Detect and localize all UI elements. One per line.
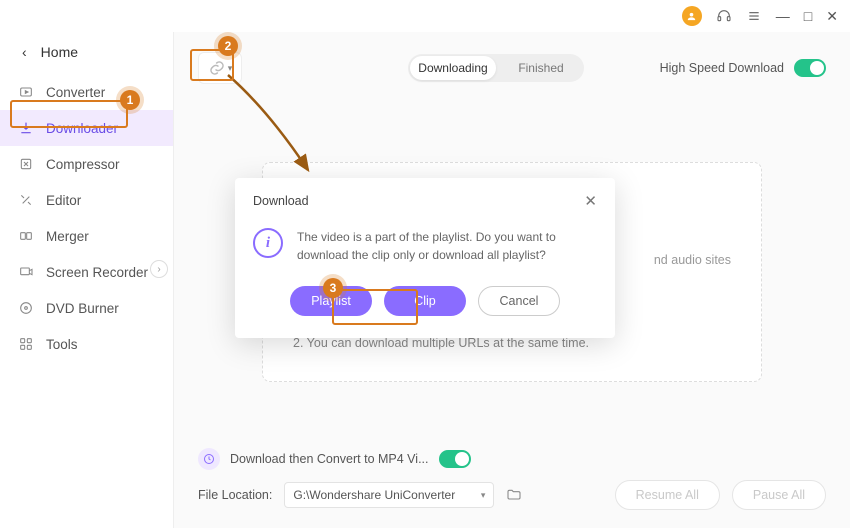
sidebar-item-downloader[interactable]: Downloader [0, 110, 173, 146]
window-titlebar: — □ ✕ [0, 0, 850, 32]
cancel-button[interactable]: Cancel [478, 286, 560, 316]
sidebar: ‹ Home Converter Downloader Compressor E… [0, 32, 174, 528]
sidebar-item-label: Compressor [46, 157, 120, 172]
sidebar-item-label: DVD Burner [46, 301, 119, 316]
sidebar-item-dvd-burner[interactable]: DVD Burner [0, 290, 173, 326]
file-location-value: G:\Wondershare UniConverter [293, 488, 455, 502]
file-location-select[interactable]: G:\Wondershare UniConverter ▾ [284, 482, 494, 508]
merger-icon [18, 228, 34, 244]
sidebar-expand-icon[interactable]: › [150, 260, 168, 278]
high-speed-toggle[interactable] [794, 59, 826, 77]
high-speed-label: High Speed Download [660, 61, 784, 75]
tools-icon [18, 336, 34, 352]
back-icon[interactable]: ‹ [22, 44, 27, 60]
sidebar-item-label: Merger [46, 229, 89, 244]
tab-downloading[interactable]: Downloading [410, 56, 496, 80]
download-dialog: Download ✕ i The video is a part of the … [235, 178, 615, 338]
sidebar-item-label: Downloader [46, 121, 118, 136]
annotation-callout-1: 1 [120, 90, 140, 110]
window-close[interactable]: ✕ [826, 8, 838, 25]
menu-icon[interactable] [746, 8, 762, 24]
annotation-callout-3: 3 [323, 278, 343, 298]
sidebar-item-tools[interactable]: Tools [0, 326, 173, 362]
pause-all-button[interactable]: Pause All [732, 480, 826, 510]
convert-toggle[interactable] [439, 450, 471, 468]
sidebar-item-editor[interactable]: Editor [0, 182, 173, 218]
sidebar-item-merger[interactable]: Merger [0, 218, 173, 254]
dvd-burner-icon [18, 300, 34, 316]
sidebar-item-screen-recorder[interactable]: Screen Recorder [0, 254, 173, 290]
sidebar-item-label: Editor [46, 193, 81, 208]
user-avatar-icon[interactable] [682, 6, 702, 26]
topbar: ▾ Downloading Finished High Speed Downlo… [174, 32, 850, 92]
window-minimize[interactable]: — [776, 8, 790, 24]
chevron-down-icon: ▾ [228, 63, 233, 74]
sidebar-item-label: Converter [46, 85, 105, 100]
info-icon: i [253, 228, 283, 258]
clock-icon [198, 448, 220, 470]
tab-finished[interactable]: Finished [498, 54, 584, 82]
close-icon[interactable]: ✕ [584, 192, 597, 210]
downloader-icon [18, 120, 34, 136]
screen-recorder-icon [18, 264, 34, 280]
file-location-label: File Location: [198, 488, 272, 502]
annotation-callout-2: 2 [218, 36, 238, 56]
headset-icon[interactable] [716, 8, 732, 24]
chevron-down-icon: ▾ [481, 490, 486, 501]
home-row[interactable]: ‹ Home [0, 36, 173, 74]
convert-label: Download then Convert to MP4 Vi... [230, 452, 429, 466]
clip-button[interactable]: Clip [384, 286, 466, 316]
resume-all-button[interactable]: Resume All [615, 480, 720, 510]
converter-icon [18, 84, 34, 100]
dialog-title: Download [253, 194, 309, 208]
compressor-icon [18, 156, 34, 172]
open-folder-icon[interactable] [506, 487, 522, 503]
sidebar-item-label: Screen Recorder [46, 265, 148, 280]
dialog-message: The video is a part of the playlist. Do … [297, 228, 597, 264]
sidebar-item-compressor[interactable]: Compressor [0, 146, 173, 182]
link-icon [208, 59, 226, 77]
home-label: Home [41, 44, 78, 60]
editor-icon [18, 192, 34, 208]
window-maximize[interactable]: □ [804, 8, 812, 24]
paste-url-button[interactable]: ▾ [198, 52, 242, 84]
bottom-bar: Download then Convert to MP4 Vi... File … [174, 438, 850, 528]
sidebar-item-converter[interactable]: Converter [0, 74, 173, 110]
tab-segmented: Downloading Finished [408, 54, 584, 82]
sidebar-item-label: Tools [46, 337, 78, 352]
